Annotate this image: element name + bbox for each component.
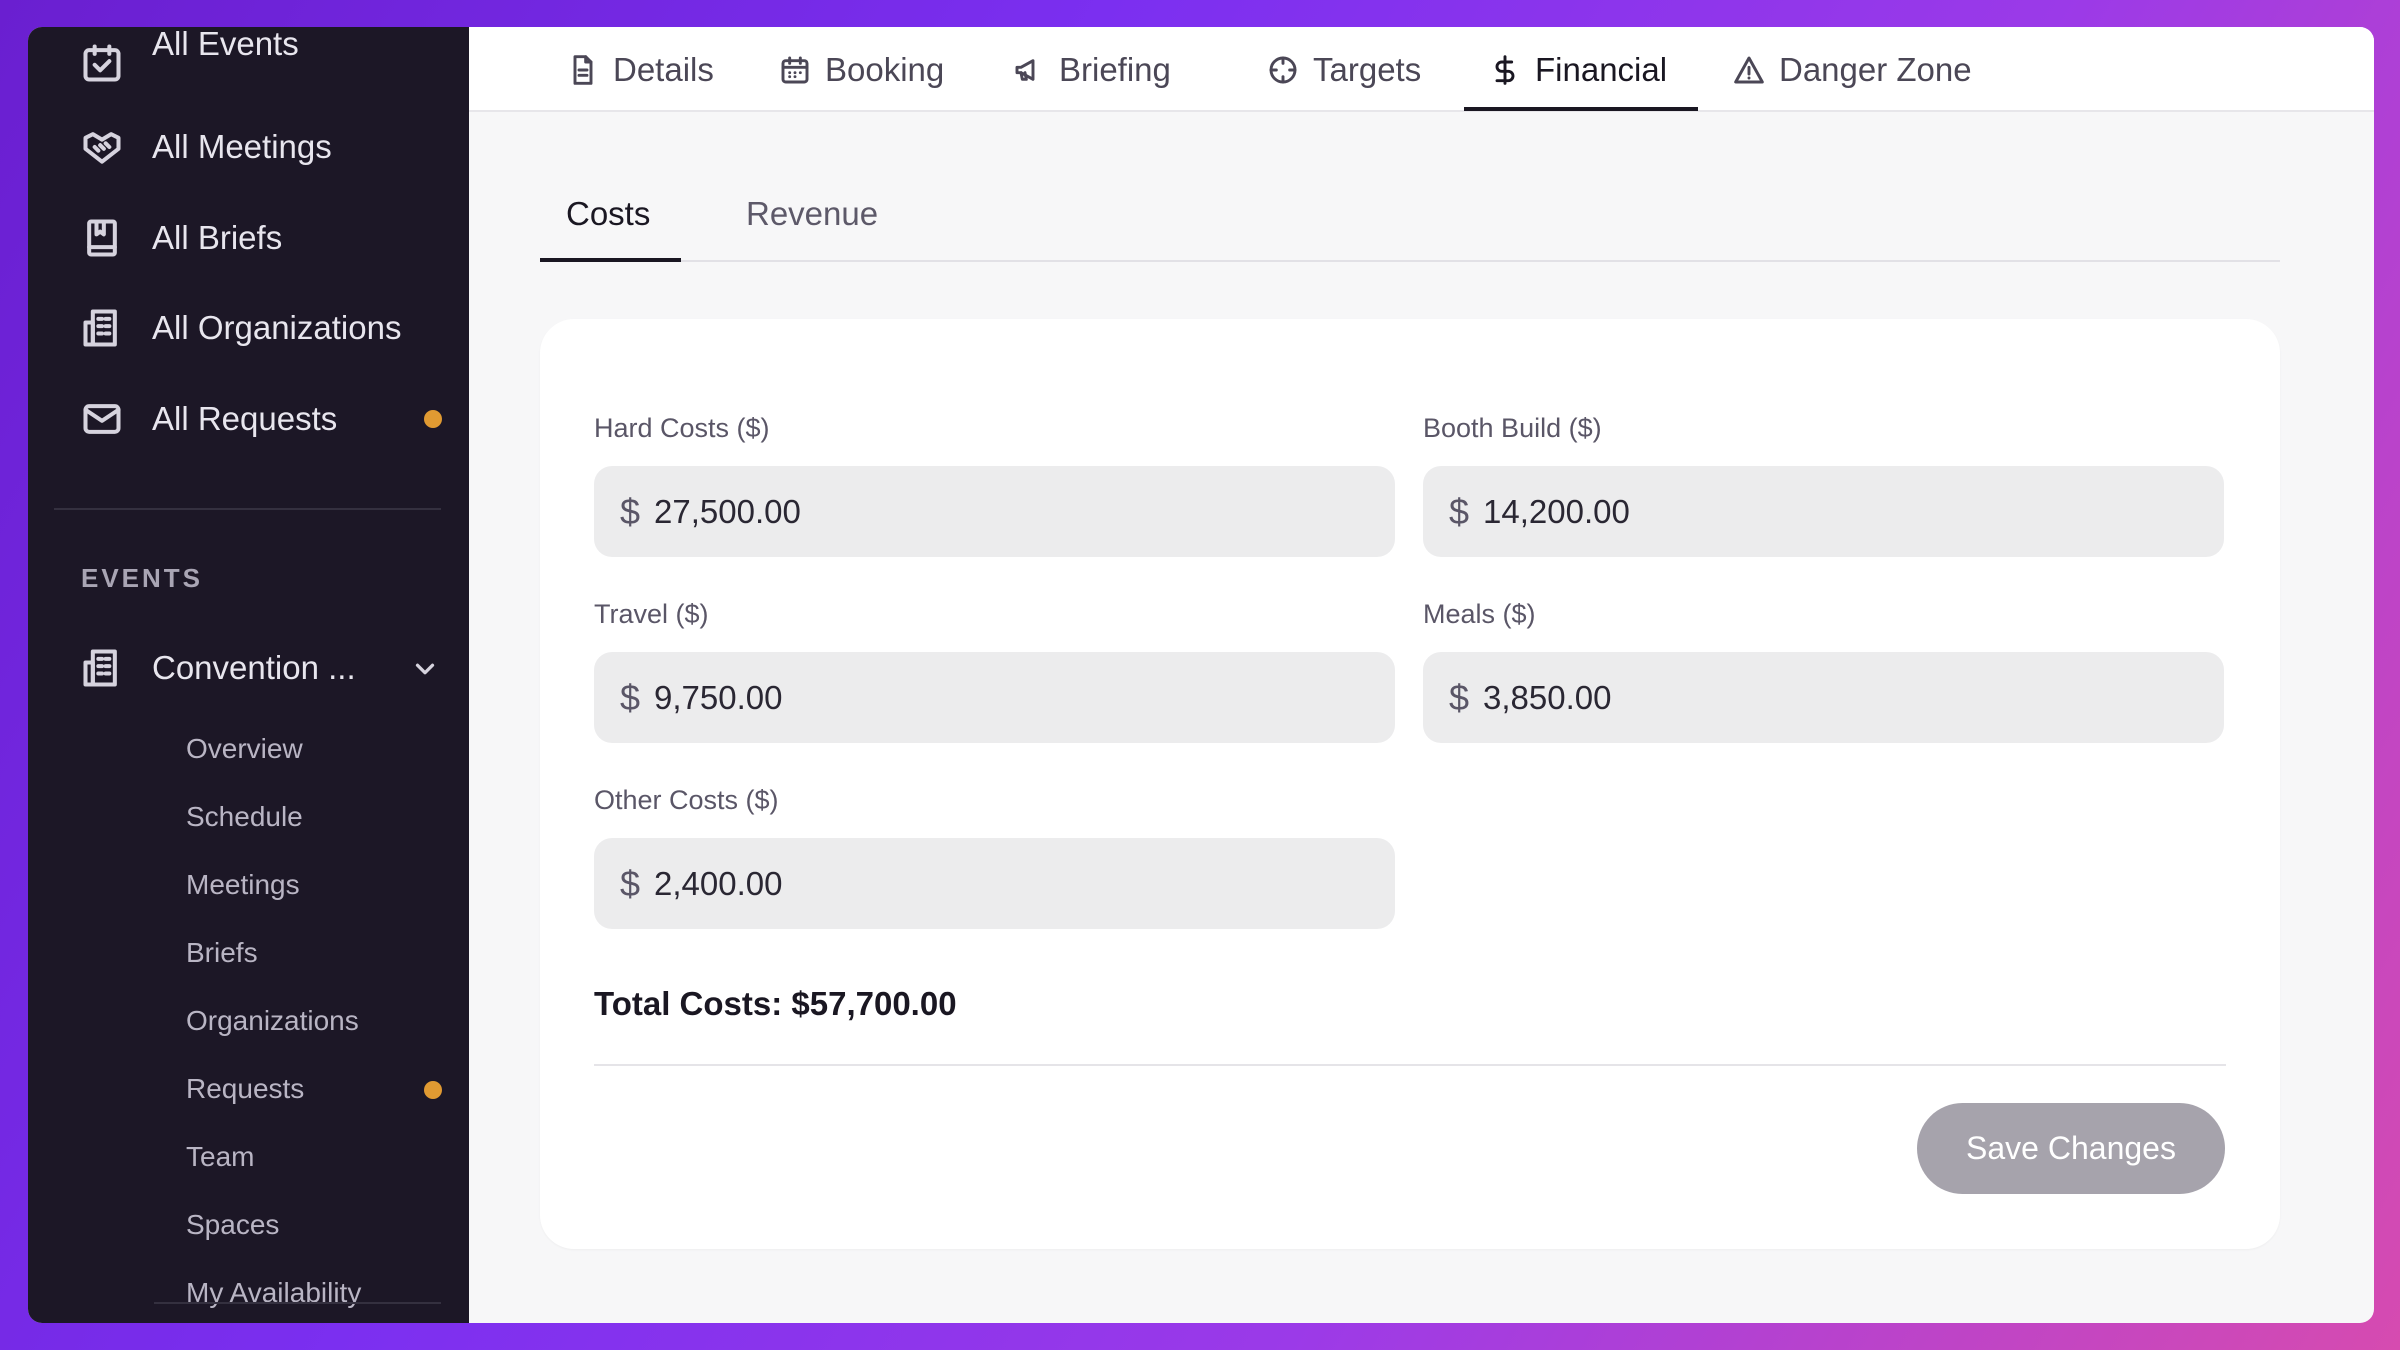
sidebar-divider [54,508,441,510]
tab-costs[interactable]: Costs [566,195,650,233]
sub-item-overview[interactable]: Overview [186,733,303,765]
currency-symbol: $ [620,862,641,904]
currency-symbol: $ [620,676,641,718]
section-label-events: EVENTS [81,563,204,593]
sub-item-spaces[interactable]: Spaces [186,1209,279,1241]
calendar-icon [779,54,811,86]
sub-item-schedule[interactable]: Schedule [186,801,303,833]
event-selector-label: Convention ... [152,649,356,686]
tab-label: Danger Zone [1779,50,1972,88]
mail-icon [80,397,124,441]
tab-label: Financial [1535,50,1668,88]
sidebar: All Events All Meetings All Briefs All O… [28,27,469,1323]
tab-label: Briefing [1059,50,1171,88]
travel-input[interactable] [654,678,1355,717]
megaphone-icon [1013,54,1045,86]
sidebar-item-all-meetings[interactable]: All Meetings [80,119,460,175]
tab-details[interactable]: Details [567,27,714,112]
save-changes-button[interactable]: Save Changes [1917,1103,2225,1194]
tab-revenue[interactable]: Revenue [746,195,878,233]
active-subtab-indicator [540,258,681,262]
crosshair-icon [1267,54,1299,86]
meals-field[interactable]: $ [1423,652,2224,743]
sub-item-requests[interactable]: Requests [186,1073,304,1105]
tab-label: Booking [825,50,945,88]
sidebar-divider [154,1302,441,1304]
tab-danger-zone[interactable]: Danger Zone [1733,27,1972,112]
chevron-down-icon [410,654,440,684]
hard-costs-input[interactable] [654,492,1355,531]
calendar-check-icon [80,41,124,85]
travel-field[interactable]: $ [594,652,1395,743]
meals-input[interactable] [1483,678,2184,717]
booth-build-label: Booth Build ($) [1423,413,1602,443]
costs-card: Hard Costs ($) $ Booth Build ($) $ Trave… [540,319,2280,1249]
handshake-icon [80,125,124,169]
sub-item-team[interactable]: Team [186,1141,254,1173]
top-tab-bar: Details Booking Briefing Targets Financi… [469,27,2374,112]
sub-item-organizations[interactable]: Organizations [186,1005,359,1037]
notification-dot [424,410,442,428]
sidebar-item-label: All Meetings [152,128,332,165]
warning-icon [1733,54,1765,86]
sub-item-meetings[interactable]: Meetings [186,869,300,901]
tab-booking[interactable]: Booking [779,27,944,112]
other-costs-input[interactable] [654,864,1355,903]
total-costs: Total Costs: $57,700.00 [594,985,957,1022]
currency-symbol: $ [1449,676,1470,718]
book-bookmark-icon [80,216,124,260]
main-content: Details Booking Briefing Targets Financi… [469,27,2374,1323]
sidebar-item-label: All Briefs [152,219,283,256]
building-icon [80,306,124,350]
sub-item-briefs[interactable]: Briefs [186,937,258,969]
sidebar-item-all-requests[interactable]: All Requests [80,391,460,447]
currency-symbol: $ [1449,490,1470,532]
hard-costs-field[interactable]: $ [594,466,1395,557]
currency-symbol: $ [620,490,641,532]
tab-financial[interactable]: Financial [1489,27,1667,112]
document-icon [567,54,599,86]
sidebar-item-all-briefs[interactable]: All Briefs [80,210,460,266]
sub-item-my-availability[interactable]: My Availability [186,1277,361,1309]
sidebar-item-all-organizations[interactable]: All Organizations [80,300,460,356]
other-costs-field[interactable]: $ [594,838,1395,929]
tab-briefing[interactable]: Briefing [1013,27,1171,112]
other-costs-label: Other Costs ($) [594,785,779,815]
hard-costs-label: Hard Costs ($) [594,413,770,443]
travel-label: Travel ($) [594,599,709,629]
sub-tabs-divider [540,260,2280,262]
event-selector[interactable]: Convention ... [80,640,460,696]
booth-build-input[interactable] [1483,492,2184,531]
tab-label: Targets [1313,50,1422,88]
sidebar-item-all-events[interactable]: All Events [80,29,460,85]
notification-dot [424,1081,442,1099]
booth-build-field[interactable]: $ [1423,466,2224,557]
tab-label: Details [613,50,714,88]
tab-targets[interactable]: Targets [1267,27,1421,112]
sidebar-item-label: All Events [152,29,299,62]
sidebar-item-label: All Organizations [152,309,402,346]
app-window: All Events All Meetings All Briefs All O… [28,27,2374,1323]
active-tab-indicator [1464,107,1698,111]
sidebar-item-label: All Requests [152,400,338,437]
dollar-icon [1489,54,1521,86]
building-icon [80,646,124,690]
card-divider [594,1064,2226,1066]
meals-label: Meals ($) [1423,599,1536,629]
